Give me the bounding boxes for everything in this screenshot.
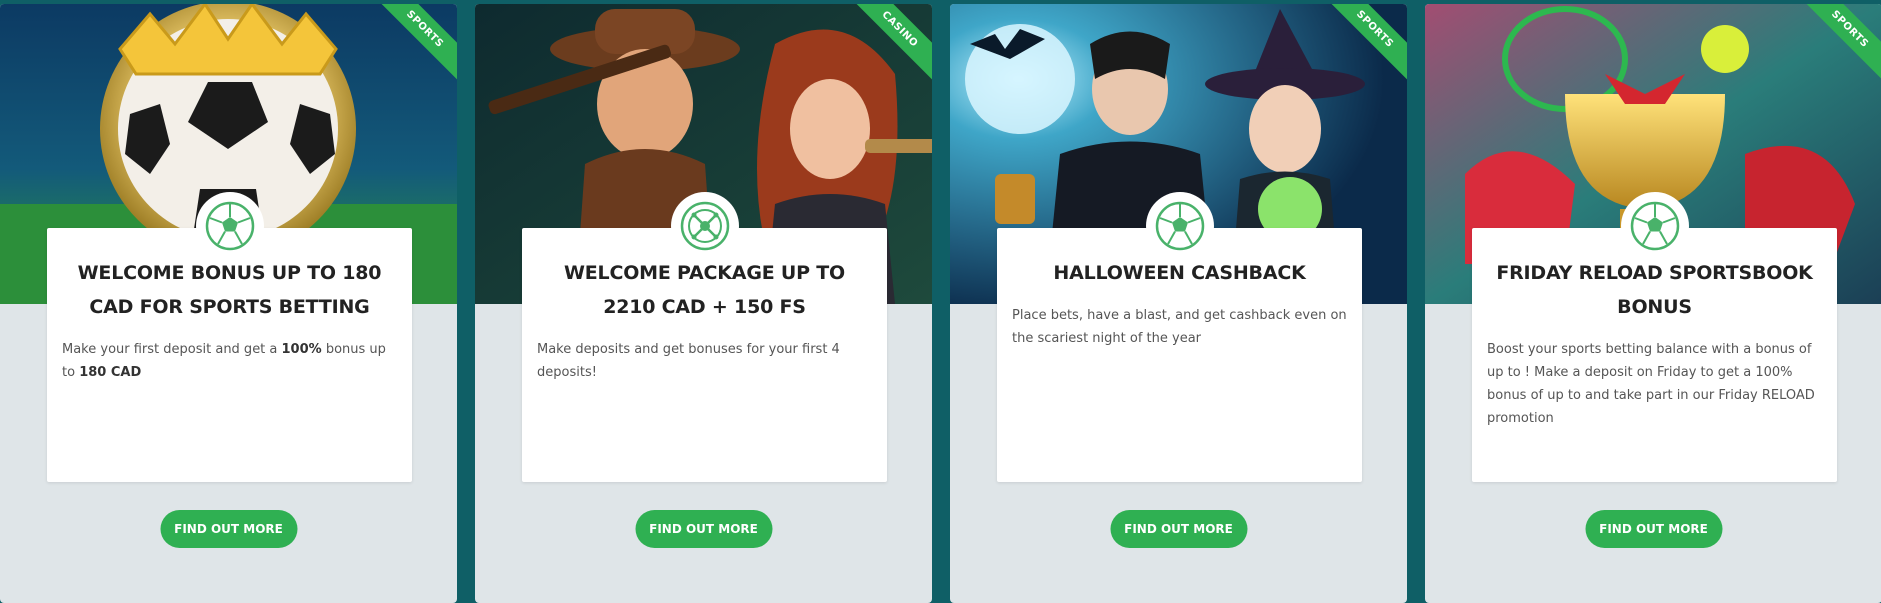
promo-info-panel: FRIDAY RELOAD SPORTSBOOK BONUS Boost you… xyxy=(1472,192,1837,482)
find-out-more-button[interactable]: FIND OUT MORE xyxy=(1585,510,1722,548)
promo-description: Boost your sports betting balance with a… xyxy=(1487,342,1815,426)
roulette-wheel-icon xyxy=(670,192,739,260)
promo-card-welcome-casino: CASINO WELCOME PACKAGE UP TO 2210 CAD + … xyxy=(475,4,932,603)
promo-info-panel: WELCOME BONUS UP TO 180 CAD FOR SPORTS B… xyxy=(47,192,412,482)
promo-info-panel: WELCOME PACKAGE UP TO 2210 CAD + 150 FS … xyxy=(522,192,887,482)
promo-info-panel: HALLOWEEN CASHBACK Place bets, have a bl… xyxy=(997,192,1362,482)
promo-title: WELCOME PACKAGE UP TO 2210 CAD + 150 FS xyxy=(564,262,845,318)
promo-description: Make your first deposit and get a 100% b… xyxy=(62,342,386,380)
soccer-ball-icon xyxy=(1145,192,1214,260)
soccer-ball-icon xyxy=(1620,192,1689,260)
promo-title: HALLOWEEN CASHBACK xyxy=(1053,262,1306,284)
promo-card-friday-reload: SPORTS FRIDAY RELOAD SPORTSBOOK BONUS Bo… xyxy=(1425,4,1881,603)
promo-description: Make deposits and get bonuses for your f… xyxy=(537,342,840,380)
promotions-row: SPORTS WELCOME BONUS UP TO 180 CAD FOR S… xyxy=(0,0,1881,603)
promo-title: WELCOME BONUS UP TO 180 CAD FOR SPORTS B… xyxy=(77,262,382,318)
find-out-more-button[interactable]: FIND OUT MORE xyxy=(160,510,297,548)
soccer-ball-icon xyxy=(195,192,264,260)
promo-card-welcome-sports: SPORTS WELCOME BONUS UP TO 180 CAD FOR S… xyxy=(0,4,457,603)
promo-description: Place bets, have a blast, and get cashba… xyxy=(1012,308,1347,346)
promo-card-halloween-cashback: SPORTS HALLOWEEN CASHBACK Place bets, ha… xyxy=(950,4,1407,603)
find-out-more-button[interactable]: FIND OUT MORE xyxy=(1110,510,1247,548)
find-out-more-button[interactable]: FIND OUT MORE xyxy=(635,510,772,548)
promo-title: FRIDAY RELOAD SPORTSBOOK BONUS xyxy=(1496,262,1813,318)
